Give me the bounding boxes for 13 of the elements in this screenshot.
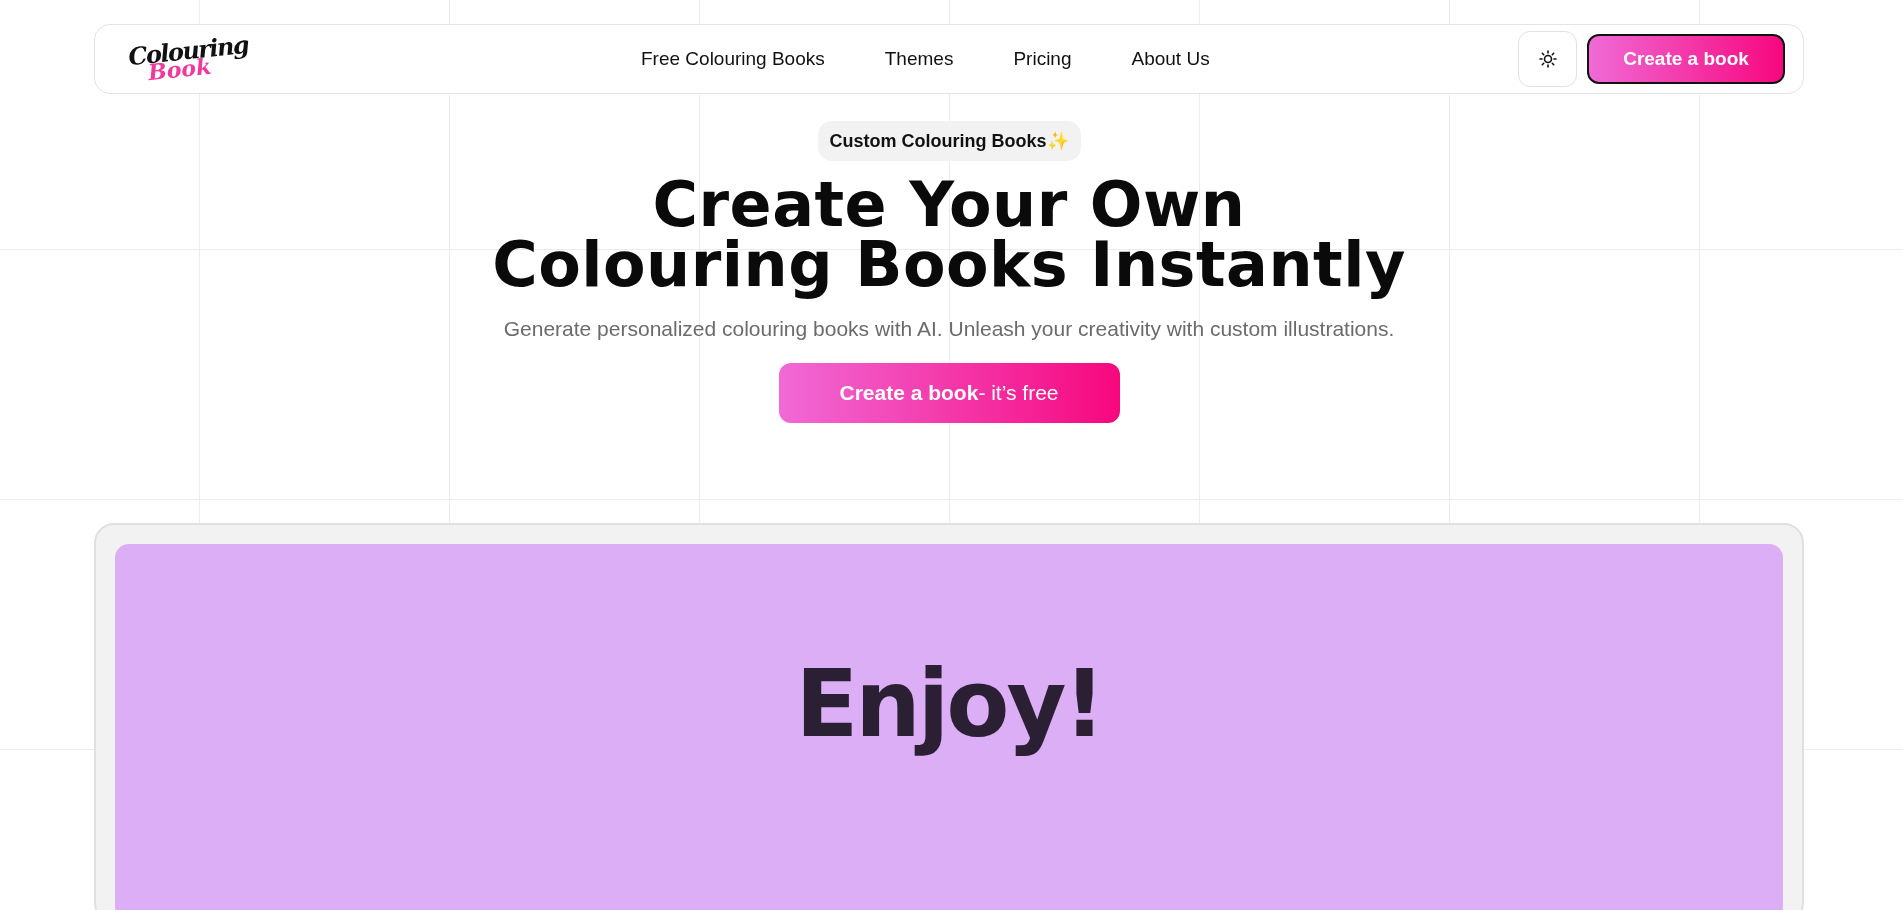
showcase-text: Enjoy! [795, 654, 1103, 756]
create-book-button[interactable]: Create a book- it’s free [778, 363, 1120, 423]
theme-toggle-button[interactable] [1518, 31, 1577, 87]
sun-icon [1538, 50, 1557, 68]
headline: Create Your Own [652, 175, 1246, 235]
nav-link[interactable]: Themes [884, 48, 954, 70]
nav-link[interactable]: About Us [1131, 48, 1210, 70]
badge: Custom Colouring Books✨ [817, 121, 1081, 161]
create-book-button[interactable]: Create a book [1587, 34, 1785, 84]
logo[interactable]: Colouring Book [127, 34, 251, 84]
nav-link[interactable]: Pricing [1013, 48, 1072, 70]
subtitle: Generate personalized colouring books with AI. Unleash your creativity with custom illustrations. [503, 317, 1395, 341]
nav-link[interactable]: Free Colouring Books [641, 48, 825, 70]
